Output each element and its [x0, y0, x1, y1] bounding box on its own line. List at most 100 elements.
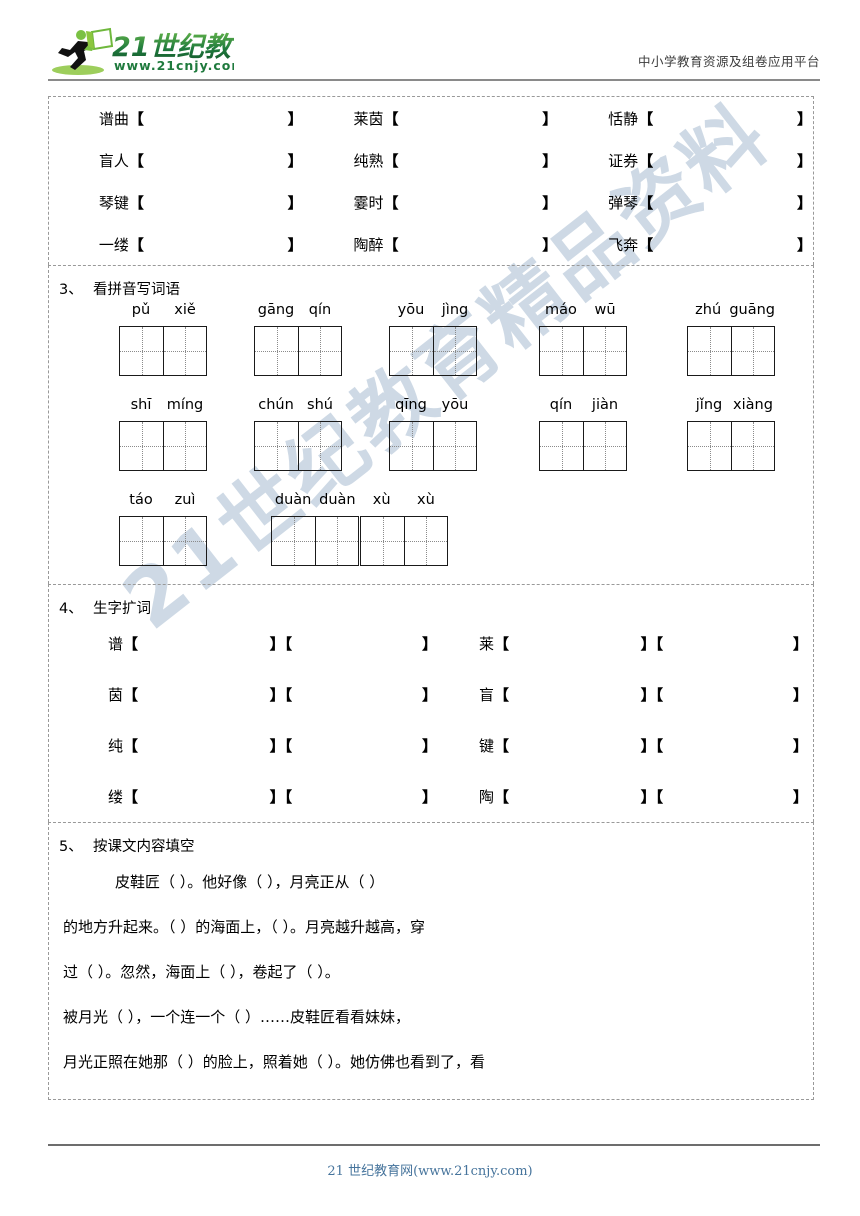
bracket-close: 】 — [269, 737, 285, 755]
tianzige-cell[interactable] — [540, 422, 583, 470]
tianzige-cell[interactable] — [583, 327, 626, 375]
answer-blank[interactable] — [670, 720, 792, 771]
tianzige-pair[interactable] — [119, 326, 207, 376]
tianzige-cell[interactable] — [404, 517, 447, 565]
answer-blank[interactable] — [299, 771, 421, 822]
tianzige-pair[interactable] — [271, 516, 359, 566]
tianzige-grid[interactable] — [687, 326, 775, 376]
footer-link[interactable]: 21 世纪教育网(www.21cnjy.com) — [0, 1160, 860, 1179]
tianzige-cell[interactable] — [390, 422, 433, 470]
char-cell: 缕【 — [107, 771, 147, 822]
tianzige-cell[interactable] — [688, 327, 731, 375]
tianzige-grid[interactable] — [254, 326, 342, 376]
tianzige-grid[interactable] — [119, 421, 207, 471]
answer-blank[interactable] — [144, 139, 287, 181]
tianzige-cell[interactable] — [163, 422, 206, 470]
answer-blank[interactable] — [144, 97, 287, 139]
tianzige-pair[interactable] — [687, 421, 775, 471]
answer-blank[interactable] — [518, 618, 640, 669]
tianzige-grid[interactable] — [119, 326, 207, 376]
answer-blank[interactable] — [144, 223, 287, 265]
tianzige-cell[interactable] — [163, 327, 206, 375]
tianzige-cell[interactable] — [433, 422, 476, 470]
tianzige-cell[interactable] — [688, 422, 731, 470]
answer-blank[interactable] — [299, 618, 421, 669]
tianzige-pair[interactable] — [254, 326, 342, 376]
tianzige-grid[interactable] — [539, 326, 627, 376]
answer-blank[interactable] — [147, 618, 269, 669]
tianzige-cell[interactable] — [255, 422, 298, 470]
tianzige-cell[interactable] — [120, 517, 163, 565]
tianzige-pair[interactable] — [389, 326, 477, 376]
tianzige-grid[interactable] — [539, 421, 627, 471]
tianzige-pair[interactable] — [687, 326, 775, 376]
answer-blank[interactable] — [518, 771, 640, 822]
tianzige-pair[interactable] — [119, 421, 207, 471]
answer-blank[interactable] — [653, 97, 796, 139]
answer-blank[interactable] — [399, 139, 542, 181]
tianzige-cell[interactable] — [361, 517, 404, 565]
answer-blank[interactable] — [670, 618, 792, 669]
tianzige-cell[interactable] — [120, 327, 163, 375]
pinyin-syllable: qín — [549, 397, 573, 413]
answer-blank[interactable] — [299, 720, 421, 771]
tianzige-grid[interactable] — [119, 516, 207, 566]
word-cell: 霎时【 — [353, 181, 399, 223]
answer-blank[interactable] — [299, 669, 421, 720]
tianzige-grid[interactable] — [389, 326, 477, 376]
answer-blank[interactable] — [653, 139, 796, 181]
fill-line[interactable]: 月光正照在她那（ ）的脸上，照着她（ ）。她仿佛也看到了，看 — [53, 1040, 809, 1085]
tianzige-cell[interactable] — [298, 422, 341, 470]
fill-lines-container: 皮鞋匠（ ）。他好像（ ），月亮正从（ ）的地方升起来。（ ）的海面上，（ ）。… — [49, 856, 813, 1099]
bracket-close: 】 — [421, 635, 437, 653]
answer-blank[interactable] — [518, 720, 640, 771]
section-title: 按课文内容填空 — [93, 839, 195, 855]
section-words: 谱曲【 】 莱茵【 】 恬静【 】 盲人【 】 纯熟【 】 证券【 】 琴键【 … — [48, 96, 814, 265]
fill-line[interactable]: 被月光（ ），一个连一个（ ）……皮鞋匠看看妹妹， — [53, 995, 809, 1040]
tianzige-cell[interactable] — [315, 517, 358, 565]
tianzige-pair[interactable] — [389, 421, 477, 471]
fill-line[interactable]: 的地方升起来。（ ）的海面上，（ ）。月亮越升越高，穿 — [53, 905, 809, 950]
answer-blank[interactable] — [399, 223, 542, 265]
answer-blank[interactable] — [653, 223, 796, 265]
tianzige-grid[interactable] — [254, 421, 342, 471]
answer-blank[interactable] — [147, 771, 269, 822]
tianzige-cell[interactable] — [583, 422, 626, 470]
table-row: 谱曲【 】 莱茵【 】 恬静【 】 — [49, 97, 813, 139]
tianzige-grid[interactable] — [389, 421, 477, 471]
fill-line[interactable]: 皮鞋匠（ ）。他好像（ ），月亮正从（ ） — [53, 860, 809, 905]
tianzige-cell[interactable] — [731, 327, 774, 375]
table-row: 缕【 】【 】 陶【 】【 】 — [49, 771, 813, 822]
answer-blank[interactable] — [670, 669, 792, 720]
answer-blank[interactable] — [670, 771, 792, 822]
fill-line[interactable]: 过（ ）。忽然，海面上（ ），卷起了（ ）。 — [53, 950, 809, 995]
tianzige-cell[interactable] — [298, 327, 341, 375]
tianzige-pair[interactable] — [539, 421, 627, 471]
tianzige-cell[interactable] — [120, 422, 163, 470]
answer-blank[interactable] — [399, 97, 542, 139]
tianzige-pair[interactable] — [119, 516, 207, 566]
answer-blank[interactable] — [147, 669, 269, 720]
tianzige-cell[interactable] — [433, 327, 476, 375]
tianzige-pair[interactable] — [360, 516, 448, 566]
tianzige-cell[interactable] — [163, 517, 206, 565]
answer-blank[interactable] — [399, 181, 542, 223]
answer-blank[interactable] — [518, 669, 640, 720]
tianzige-cell[interactable] — [390, 327, 433, 375]
answer-blank[interactable] — [653, 181, 796, 223]
column-gap — [442, 771, 478, 822]
tianzige-cell[interactable] — [272, 517, 315, 565]
tianzige-cell[interactable] — [255, 327, 298, 375]
tianzige-pair[interactable] — [254, 421, 342, 471]
tianzige-cell[interactable] — [540, 327, 583, 375]
tianzige-grid[interactable] — [687, 421, 775, 471]
answer-blank[interactable] — [144, 181, 287, 223]
bracket-close: 】 — [542, 235, 558, 254]
tianzige-grid[interactable] — [271, 516, 448, 566]
tianzige-cell[interactable] — [731, 422, 774, 470]
answer-blank[interactable] — [147, 720, 269, 771]
pinyin-syllable: pǔ — [131, 302, 151, 318]
section-expand-heading: 4、 生字扩词 — [49, 585, 813, 618]
bracket-open: 【 — [655, 635, 664, 653]
tianzige-pair[interactable] — [539, 326, 627, 376]
